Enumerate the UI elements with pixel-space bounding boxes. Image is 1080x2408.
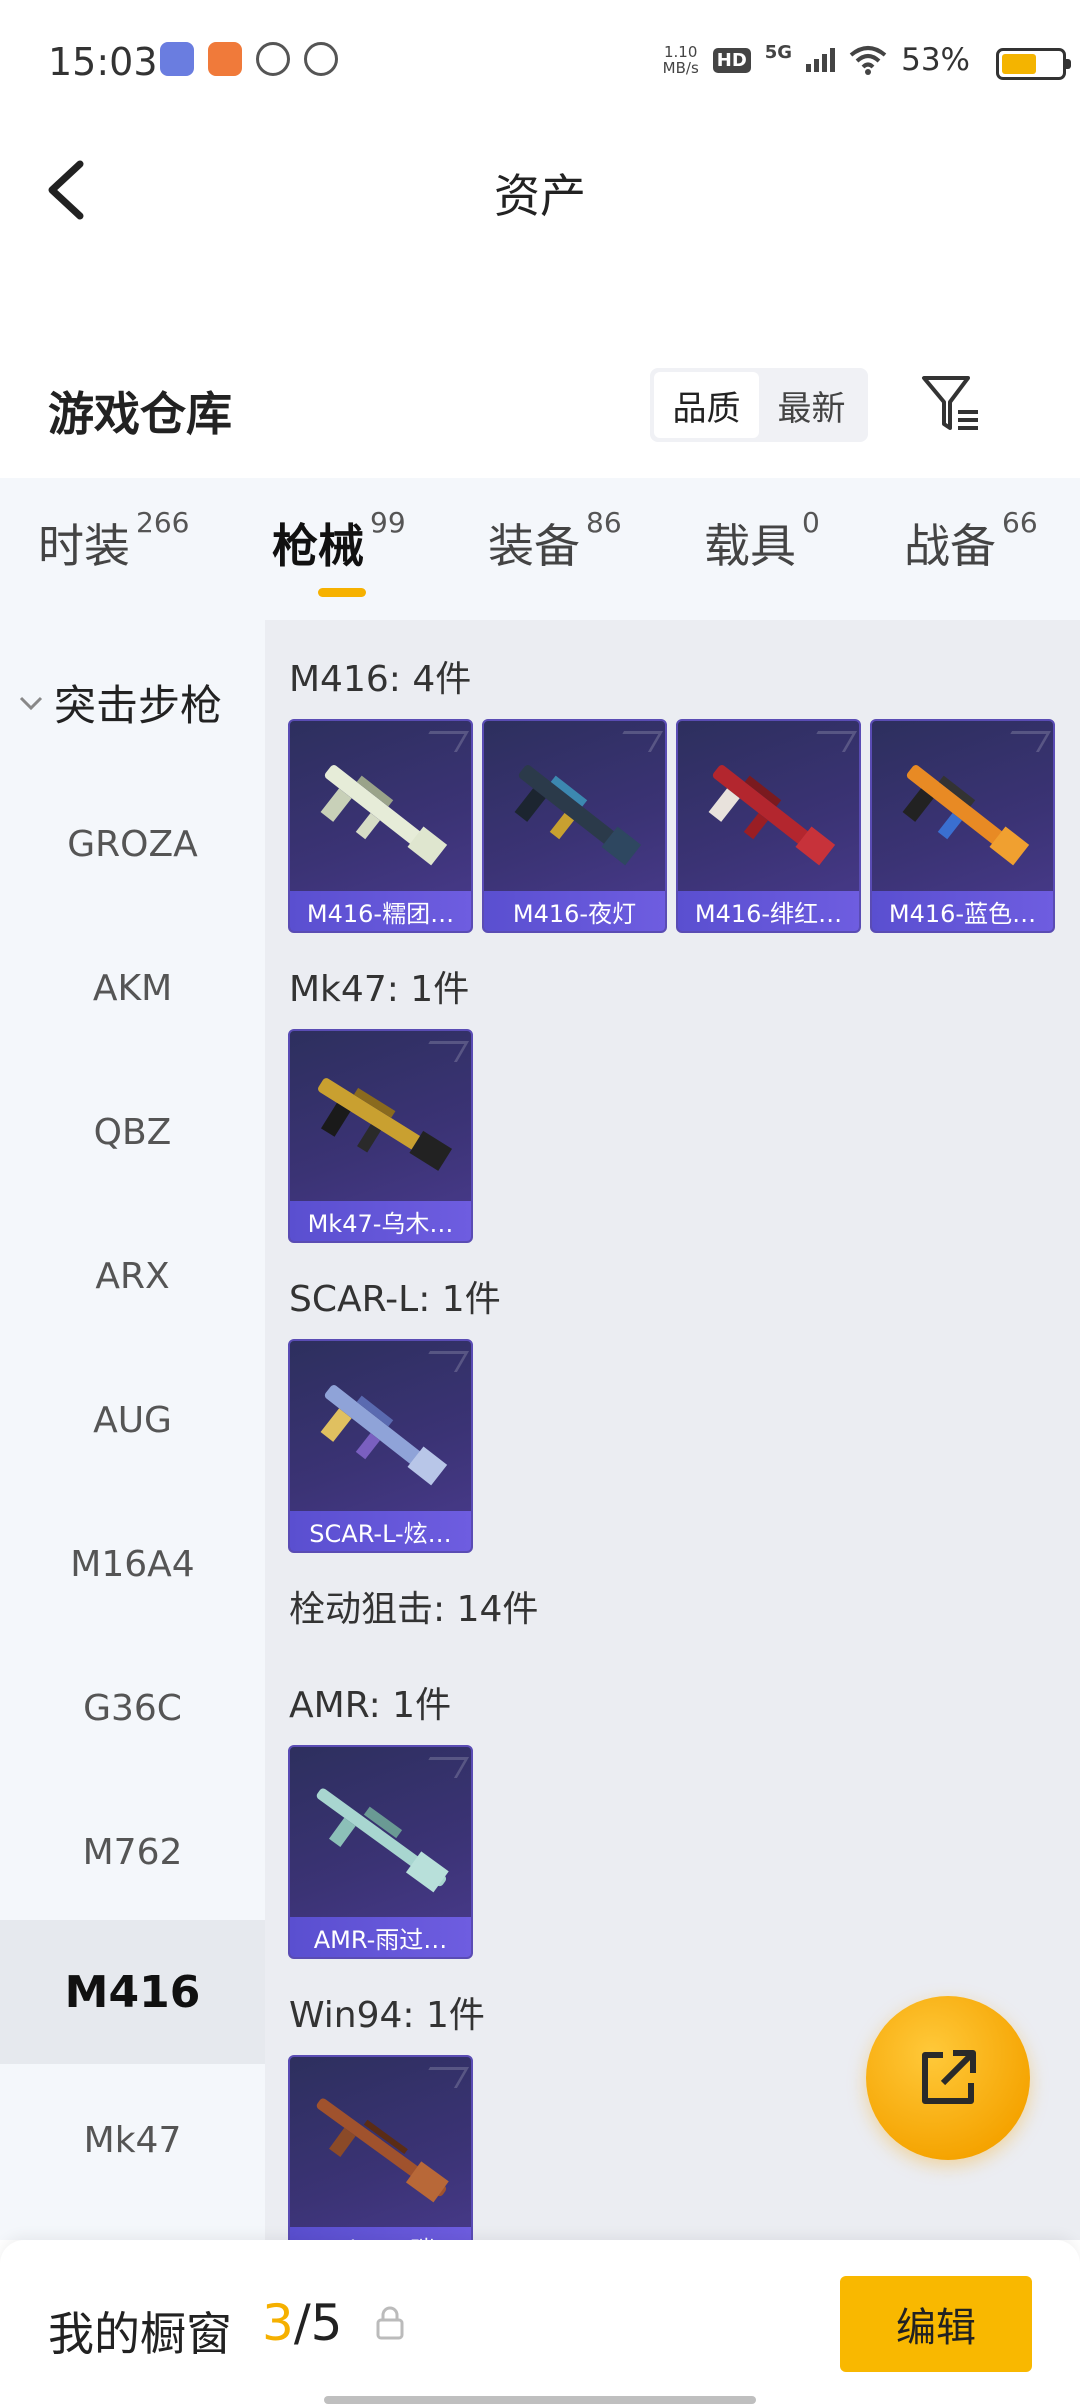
showcase-count: 3/5 [262, 2294, 343, 2352]
battery-percent: 53% [901, 42, 970, 78]
status-app-icons [160, 42, 338, 76]
hd-badge: HD [712, 47, 751, 73]
filter-icon[interactable] [918, 372, 982, 436]
tab-firearms[interactable]: 枪械 99 [272, 506, 406, 576]
status-bar: 15:03 1.10 MB/s HD 5G 53% [0, 0, 1080, 130]
nav-item-groza[interactable]: GROZA [0, 772, 265, 916]
app-notification-icon [208, 42, 242, 76]
item-card[interactable]: M416-夜灯 [482, 719, 667, 933]
nav-item-aug[interactable]: AUG [0, 1348, 265, 1492]
showcase-bar: 我的橱窗 3/5 编辑 [0, 2240, 1080, 2408]
active-tab-indicator [318, 588, 366, 597]
section-title: 游戏仓库 [48, 387, 232, 441]
nav-item-qbz[interactable]: QBZ [0, 1060, 265, 1204]
item-card[interactable]: Mk47-乌木… [288, 1029, 473, 1243]
weapon-type-nav: 突击步枪 GROZA AKM QBZ ARX AUG M16A4 G36C M7… [0, 620, 265, 2240]
item-card[interactable]: Win94-瑞 [288, 2055, 473, 2240]
item-card[interactable]: AMR-雨过… [288, 1745, 473, 1959]
group-header: AMR: 1件 [289, 1685, 452, 1726]
status-time: 15:03 [48, 40, 158, 84]
group-header: Mk47: 1件 [289, 969, 470, 1010]
sort-toggle: 品质 最新 [650, 368, 868, 442]
nav-item-arx[interactable]: ARX [0, 1204, 265, 1348]
status-indicators: 1.10 MB/s HD 5G 53% [662, 41, 970, 79]
network-type: 5G [764, 41, 793, 63]
sniper-rifle-icon [316, 2098, 449, 2203]
tab-fashion[interactable]: 时装 266 [38, 506, 189, 576]
rifle-icon [318, 1078, 453, 1171]
sort-quality-button[interactable]: 品质 [654, 372, 759, 438]
share-external-icon [922, 2050, 976, 2104]
item-card[interactable]: M416-蓝色… [870, 719, 1055, 933]
page-title: 资产 [494, 169, 586, 223]
group-header: M416: 4件 [289, 659, 472, 700]
nav-item-g36c[interactable]: G36C [0, 1636, 265, 1780]
edit-button[interactable]: 编辑 [840, 2276, 1032, 2372]
home-indicator[interactable] [324, 2396, 756, 2404]
rifle-icon [320, 1385, 448, 1486]
group-header: 栓动狙击: 14件 [289, 1589, 539, 1630]
share-button[interactable] [866, 1996, 1030, 2160]
rifle-icon [514, 765, 642, 866]
rifle-icon [320, 765, 448, 866]
tab-supplies[interactable]: 战备 66 [904, 506, 1038, 576]
nav-item-mk47[interactable]: Mk47 [0, 2068, 265, 2212]
app-notification-icon [256, 42, 290, 76]
tab-vehicles[interactable]: 载具 0 [704, 506, 820, 576]
nav-item-m16a4[interactable]: M16A4 [0, 1492, 265, 1636]
group-header: SCAR-L: 1件 [289, 1279, 501, 1320]
group-header: Win94: 1件 [289, 1995, 485, 2036]
sort-latest-button[interactable]: 最新 [759, 372, 864, 438]
item-card[interactable]: SCAR-L-炫… [288, 1339, 473, 1553]
nav-item-m416[interactable]: M416 [0, 1920, 265, 2064]
signal-icon [806, 48, 836, 72]
nav-group-assault-rifles[interactable]: 突击步枪 [18, 672, 222, 733]
app-notification-icon [160, 42, 194, 76]
item-card[interactable]: M416-绯红… [676, 719, 861, 933]
tab-equipment[interactable]: 装备 86 [488, 506, 622, 576]
nav-item-akm[interactable]: AKM [0, 916, 265, 1060]
asset-page: 15:03 1.10 MB/s HD 5G 53% 资产 游戏仓库 品质 最新 … [0, 0, 1080, 2408]
rifle-icon [902, 765, 1030, 866]
wifi-icon [849, 46, 887, 75]
battery-icon [996, 48, 1071, 80]
sniper-rifle-icon [316, 1788, 449, 1893]
category-tabs: 时装 266 枪械 99 装备 86 载具 0 战备 66 [0, 478, 1080, 620]
rifle-icon [708, 765, 836, 866]
nav-item-m762[interactable]: M762 [0, 1780, 265, 1924]
item-card[interactable]: M416-糯团… [288, 719, 473, 933]
lock-icon [376, 2306, 404, 2340]
app-notification-icon [304, 42, 338, 76]
net-speed: 1.10 MB/s [662, 43, 699, 77]
showcase-title: 我的橱窗 [48, 2307, 232, 2361]
chevron-down-icon [19, 696, 43, 710]
